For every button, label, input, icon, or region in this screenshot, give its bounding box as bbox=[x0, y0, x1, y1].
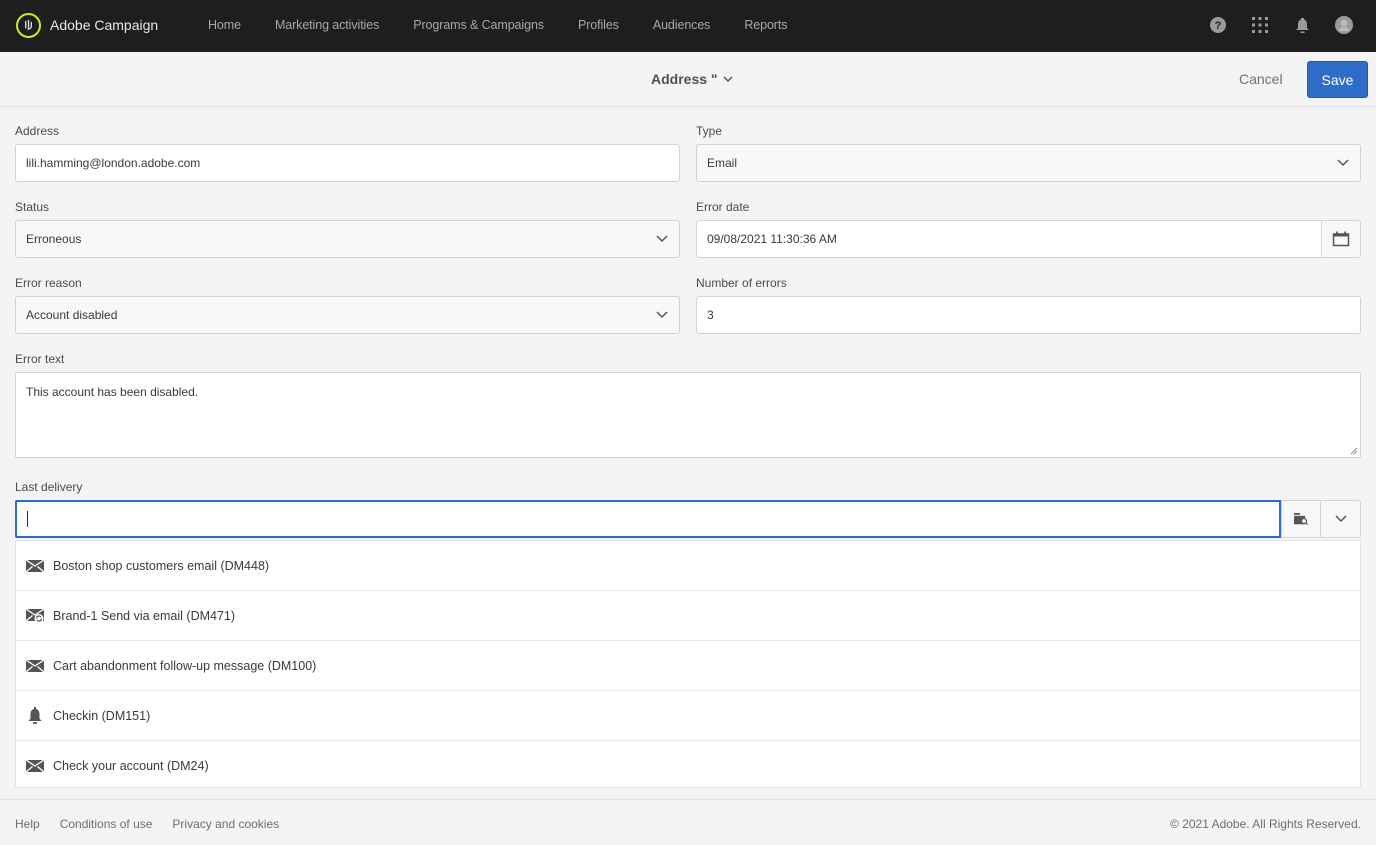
type-select[interactable]: Email bbox=[696, 144, 1361, 182]
chevron-down-icon bbox=[656, 311, 668, 319]
page-title[interactable]: Address " bbox=[651, 71, 733, 87]
push-notification-icon bbox=[26, 707, 44, 724]
nav-profiles[interactable]: Profiles bbox=[578, 18, 619, 32]
chevron-down-icon bbox=[1337, 159, 1349, 167]
footer-link-privacy[interactable]: Privacy and cookies bbox=[172, 817, 279, 831]
email-icon bbox=[26, 559, 44, 573]
error-text-textarea[interactable]: This account has been disabled. bbox=[15, 372, 1361, 458]
error-text-value: This account has been disabled. bbox=[26, 385, 199, 399]
status-value: Erroneous bbox=[26, 232, 82, 246]
resize-handle-icon[interactable] bbox=[1350, 447, 1358, 455]
number-of-errors-label: Number of errors bbox=[696, 276, 787, 290]
nav-reports[interactable]: Reports bbox=[744, 18, 787, 32]
delivery-option-label: Check your account (DM24) bbox=[53, 759, 209, 773]
top-navigation-bar: Adobe Campaign Home Marketing activities… bbox=[0, 0, 1376, 52]
main-nav: Home Marketing activities Programs & Cam… bbox=[208, 18, 821, 32]
notification-bell-icon[interactable] bbox=[1292, 14, 1312, 36]
status-label: Status bbox=[15, 200, 50, 214]
apps-grid-icon[interactable] bbox=[1250, 14, 1270, 36]
delivery-option-label: Brand-1 Send via email (DM471) bbox=[53, 608, 236, 623]
address-value: lili.hamming@london.adobe.com bbox=[26, 156, 201, 170]
number-of-errors-value: 3 bbox=[707, 308, 714, 322]
chevron-down-icon bbox=[656, 235, 668, 243]
chevron-down-icon bbox=[723, 75, 733, 82]
email-icon bbox=[26, 759, 44, 773]
delivery-option-label: Cart abandonment follow-up message (DM10… bbox=[53, 658, 317, 673]
delivery-option[interactable]: Boston shop customers email (DM448) bbox=[16, 541, 1360, 591]
error-reason-select[interactable]: Account disabled bbox=[15, 296, 680, 334]
status-select[interactable]: Erroneous bbox=[15, 220, 680, 258]
text-cursor bbox=[27, 511, 28, 527]
delivery-option[interactable]: Cart abandonment follow-up message (DM10… bbox=[16, 641, 1360, 691]
user-avatar-icon[interactable] bbox=[1334, 14, 1354, 36]
last-delivery-options-list: Boston shop customers email (DM448) Bran… bbox=[15, 540, 1361, 788]
type-value: Email bbox=[707, 156, 738, 170]
copyright: © 2021 Adobe. All Rights Reserved. bbox=[1170, 817, 1361, 831]
number-of-errors-input[interactable]: 3 bbox=[696, 296, 1361, 334]
email-recurring-icon bbox=[26, 608, 44, 623]
nav-home[interactable]: Home bbox=[208, 18, 241, 32]
nav-programs-campaigns[interactable]: Programs & Campaigns bbox=[413, 18, 544, 32]
nav-audiences[interactable]: Audiences bbox=[653, 18, 711, 32]
delivery-option[interactable]: Check your account (DM24) bbox=[16, 741, 1360, 791]
error-reason-value: Account disabled bbox=[26, 308, 118, 322]
footer-link-conditions[interactable]: Conditions of use bbox=[60, 817, 153, 831]
delivery-option[interactable]: Brand-1 Send via email (DM471) bbox=[16, 591, 1360, 641]
calendar-icon bbox=[1332, 231, 1350, 247]
type-label: Type bbox=[696, 124, 723, 138]
last-delivery-label: Last delivery bbox=[15, 480, 83, 494]
last-delivery-input[interactable] bbox=[15, 500, 1281, 538]
last-delivery-dropdown-button[interactable] bbox=[1320, 500, 1361, 538]
help-icon[interactable]: ? bbox=[1208, 14, 1228, 36]
save-button[interactable]: Save bbox=[1307, 61, 1368, 98]
nav-marketing-activities[interactable]: Marketing activities bbox=[275, 18, 379, 32]
address-input[interactable]: lili.hamming@london.adobe.com bbox=[15, 144, 680, 182]
folder-search-icon bbox=[1294, 513, 1308, 525]
footer-link-help[interactable]: Help bbox=[15, 817, 40, 831]
error-reason-label: Error reason bbox=[15, 276, 82, 290]
page-footer: Help Conditions of use Privacy and cooki… bbox=[0, 799, 1376, 845]
page-title-text: Address " bbox=[651, 71, 718, 87]
error-text-label: Error text bbox=[15, 352, 65, 366]
error-date-label: Error date bbox=[696, 200, 750, 214]
delivery-option-label: Checkin (DM151) bbox=[53, 708, 151, 723]
chevron-down-icon bbox=[1334, 515, 1347, 523]
address-label: Address bbox=[15, 124, 60, 138]
app-name[interactable]: Adobe Campaign bbox=[50, 17, 158, 33]
svg-text:?: ? bbox=[1215, 20, 1222, 32]
error-date-value: 09/08/2021 11:30:36 AM bbox=[707, 232, 837, 246]
adobe-campaign-logo-icon[interactable] bbox=[16, 13, 41, 38]
page-header: Address " Cancel Save bbox=[0, 52, 1376, 107]
error-date-input[interactable]: 09/08/2021 11:30:36 AM bbox=[696, 220, 1361, 258]
delivery-option-label: Boston shop customers email (DM448) bbox=[53, 558, 270, 573]
browse-deliveries-button[interactable] bbox=[1281, 500, 1321, 538]
date-picker-button[interactable] bbox=[1321, 221, 1360, 257]
delivery-option[interactable]: Checkin (DM151) bbox=[16, 691, 1360, 741]
cancel-button[interactable]: Cancel bbox=[1239, 71, 1283, 87]
email-icon bbox=[26, 659, 44, 673]
